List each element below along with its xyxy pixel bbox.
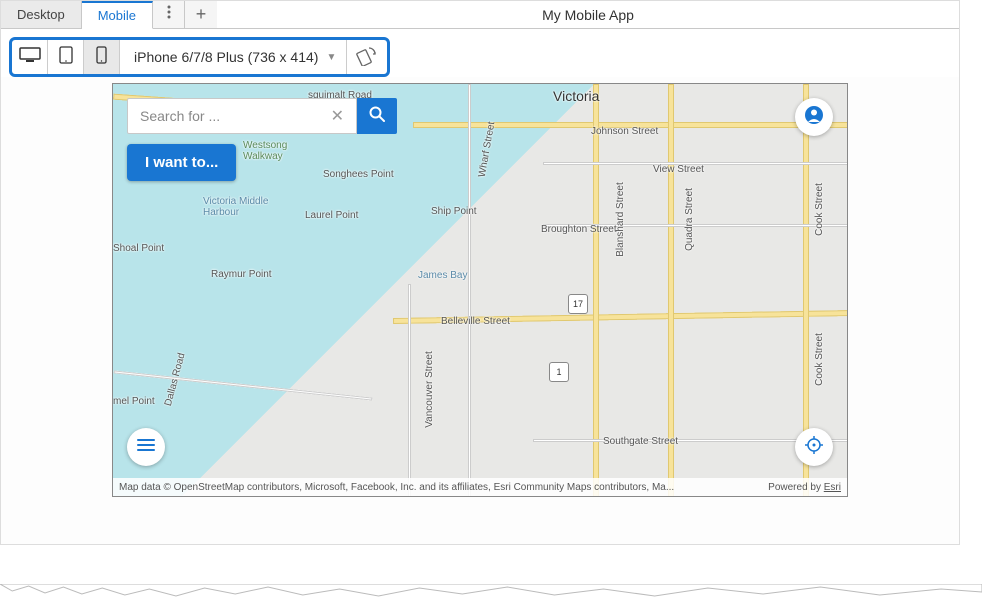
tab-add-button[interactable]: + [185, 1, 217, 29]
device-toolbar: iPhone 6/7/8 Plus (736 x 414) ▼ [9, 37, 390, 77]
phone-icon [96, 46, 107, 69]
device-select[interactable]: iPhone 6/7/8 Plus (736 x 414) ▼ [120, 40, 347, 74]
search-button[interactable] [357, 98, 397, 134]
tab-mobile-label: Mobile [98, 8, 136, 23]
tab-overflow-button[interactable] [153, 1, 185, 29]
menu-button[interactable] [127, 428, 165, 466]
attribution-prefix: Powered by [768, 482, 824, 493]
kebab-icon [167, 5, 171, 24]
tab-mobile[interactable]: Mobile [82, 1, 153, 29]
app-title: My Mobile App [217, 1, 959, 28]
attribution-right: Powered by Esri [768, 482, 841, 493]
search-input[interactable]: Search for ... ✕ [127, 98, 357, 134]
user-icon [804, 105, 824, 130]
device-tablet-button[interactable] [48, 40, 84, 74]
attribution-esri-link[interactable]: Esri [824, 482, 841, 493]
tab-bar: Desktop Mobile + My Mobile App [1, 1, 959, 29]
plus-icon: + [196, 4, 207, 25]
hamburger-icon [137, 438, 155, 457]
tab-desktop[interactable]: Desktop [1, 1, 82, 28]
clear-icon[interactable]: ✕ [327, 106, 348, 126]
device-phone-button[interactable] [84, 40, 120, 74]
iwantto-label: I want to... [145, 154, 218, 171]
crosshair-icon [804, 435, 824, 460]
tablet-icon [59, 46, 73, 69]
locate-button[interactable] [795, 428, 833, 466]
tab-desktop-label: Desktop [17, 7, 65, 22]
device-select-label: iPhone 6/7/8 Plus (736 x 414) [134, 49, 318, 65]
app-shell: Desktop Mobile + My Mobile App [0, 0, 960, 545]
rotate-icon [356, 44, 378, 71]
search-row: Search for ... ✕ [127, 98, 397, 134]
search-icon [368, 105, 386, 128]
rotate-button[interactable] [347, 40, 387, 74]
attribution-text: Map data © OpenStreetMap contributors, M… [119, 482, 674, 493]
search-placeholder: Search for ... [140, 108, 327, 124]
torn-edge-bottom [0, 584, 982, 606]
attribution-bar: Map data © OpenStreetMap contributors, M… [113, 478, 847, 496]
iwantto-button[interactable]: I want to... [127, 144, 236, 181]
chevron-down-icon: ▼ [326, 52, 336, 63]
device-frame: Victoria squimalt Road Westsong Walkway … [112, 83, 848, 497]
user-button[interactable] [795, 98, 833, 136]
device-desktop-button[interactable] [12, 40, 48, 74]
monitor-icon [19, 47, 41, 68]
tab-actions: + [153, 1, 217, 28]
preview-area: Victoria squimalt Road Westsong Walkway … [1, 77, 959, 544]
